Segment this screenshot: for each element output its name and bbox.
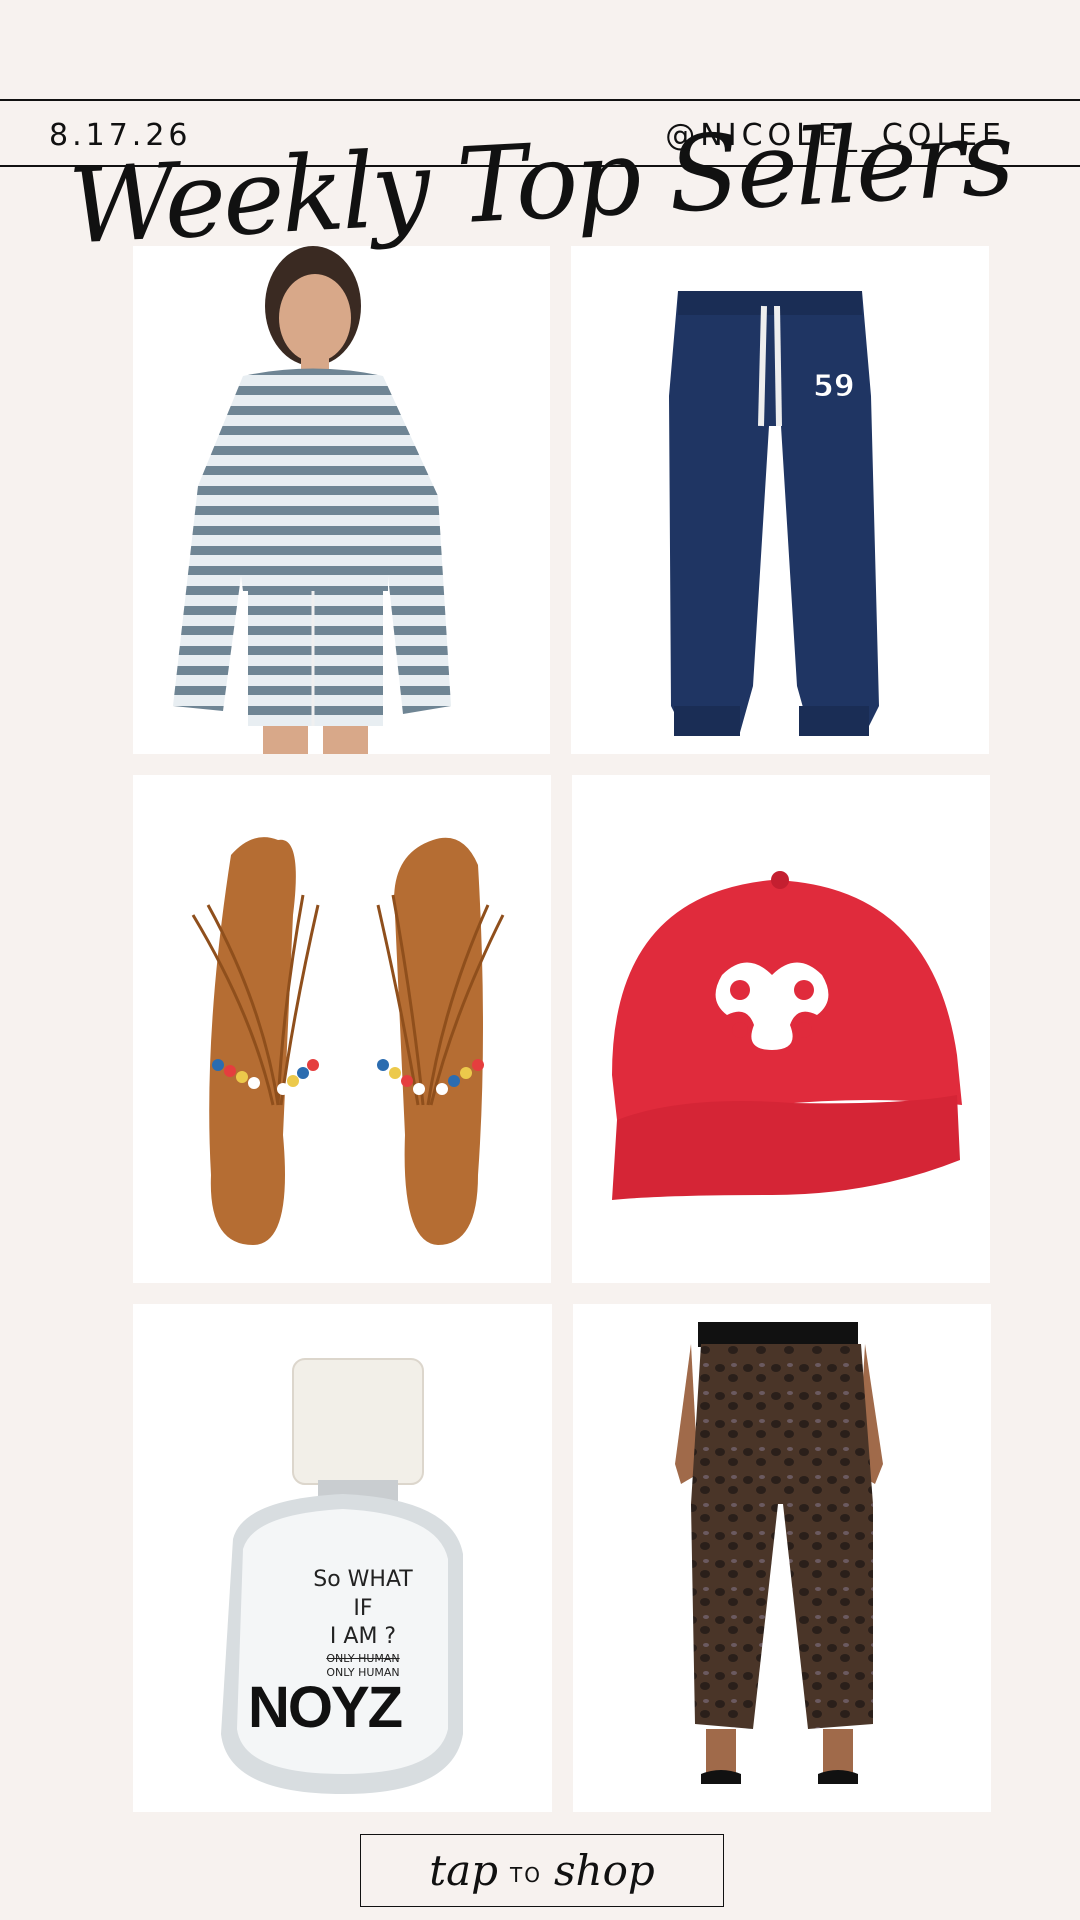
striped-set-image xyxy=(173,246,451,754)
product-card-navy-sweatpants[interactable]: 59 xyxy=(571,246,989,754)
product-card-sandals[interactable] xyxy=(133,775,551,1283)
leopard-pants-image xyxy=(675,1322,883,1784)
perfume-label-line: ONLY HUMAN xyxy=(326,1651,400,1665)
navy-sweatpants-image: 59 xyxy=(669,291,879,736)
product-card-perfume[interactable]: So WHAT IF I AM ? ONLY HUMAN ONLY HUMAN … xyxy=(133,1304,552,1812)
sweatpants-number-59: 59 xyxy=(813,369,855,404)
sandals-image xyxy=(191,837,505,1245)
red-cap-image xyxy=(612,871,962,1200)
perfume-label-line: I AM ? xyxy=(329,1624,397,1650)
perfume-label-line: IF xyxy=(353,1595,373,1621)
perfume-label-line: So WHAT xyxy=(313,1567,413,1592)
perfume-label: So WHAT IF I AM ? ONLY HUMAN ONLY HUMAN xyxy=(283,1566,443,1680)
product-card-red-cap[interactable] xyxy=(572,775,990,1283)
cta-word-to: TO xyxy=(510,1862,542,1887)
cta-word-shop: shop xyxy=(554,1846,655,1895)
cta-word-tap: tap xyxy=(429,1846,499,1895)
perfume-brand: NOYZ xyxy=(248,1675,403,1740)
product-card-striped-set[interactable] xyxy=(133,246,550,754)
product-card-leopard-pants[interactable] xyxy=(573,1304,991,1812)
tap-to-shop-button[interactable]: tap TO shop xyxy=(360,1834,724,1907)
